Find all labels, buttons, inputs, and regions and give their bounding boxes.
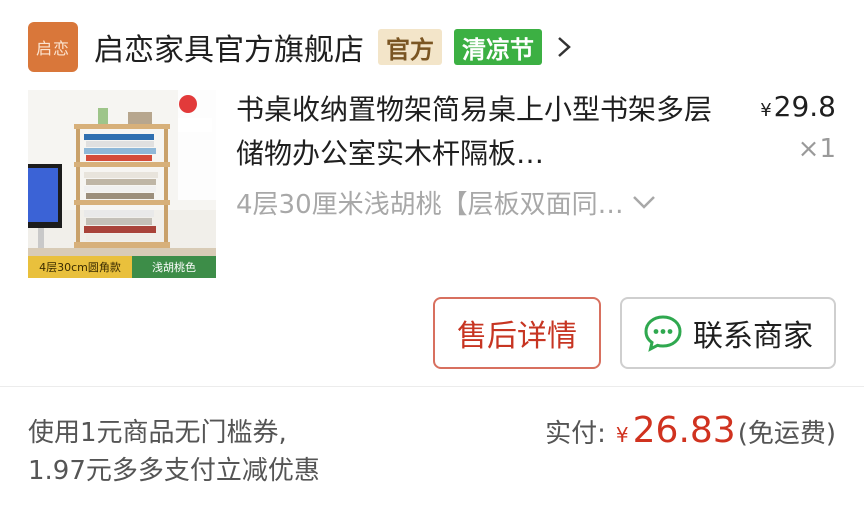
contact-merchant-label: 联系商家 bbox=[693, 319, 813, 354]
sku-text: 4层30厘米浅胡桃【层板双面同… bbox=[236, 189, 624, 220]
paid-currency-symbol: ¥ bbox=[615, 423, 629, 447]
image-caption-color: 浅胡桃色 bbox=[132, 256, 216, 278]
promo-text: 使用1元商品无门槛券, 1.97元多多支付立减优惠 bbox=[28, 414, 320, 490]
after-sale-details-button[interactable]: 售后详情 bbox=[433, 297, 601, 369]
free-shipping-note: (免运费) bbox=[737, 419, 836, 449]
actual-payment: 实付: ¥ 26.83 (免运费) bbox=[545, 410, 836, 451]
divider bbox=[0, 386, 864, 387]
chevron-down-icon[interactable] bbox=[630, 188, 658, 216]
promo-line-1: 使用1元商品无门槛券, bbox=[28, 418, 287, 448]
store-logo[interactable]: 启恋 bbox=[28, 22, 78, 72]
official-badge: 官方 bbox=[378, 29, 442, 65]
paid-amount: 26.83 bbox=[632, 410, 736, 451]
currency-symbol: ¥ bbox=[760, 100, 772, 121]
bookshelf-illustration bbox=[28, 90, 216, 278]
product-image[interactable]: 4层30cm圆角款 浅胡桃色 bbox=[28, 90, 216, 278]
product-title[interactable]: 书桌收纳置物架简易桌上小型书架多层储物办公室实木杆隔板… bbox=[236, 88, 716, 176]
event-badge: 清凉节 bbox=[454, 29, 542, 65]
quantity: ×1 bbox=[797, 134, 836, 164]
store-name[interactable]: 启恋家具官方旗舰店 bbox=[94, 25, 364, 69]
contact-merchant-button[interactable]: 联系商家 bbox=[620, 297, 836, 369]
promo-line-2: 1.97元多多支付立减优惠 bbox=[28, 456, 320, 486]
unit-price: ¥29.8 bbox=[760, 90, 836, 123]
chat-bubble-icon bbox=[643, 313, 683, 353]
paid-label: 实付: bbox=[545, 419, 606, 449]
image-caption-size: 4层30cm圆角款 bbox=[28, 256, 132, 278]
price-value: 29.8 bbox=[773, 90, 836, 123]
sku-selector[interactable]: 4层30厘米浅胡桃【层板双面同… bbox=[236, 184, 658, 220]
chevron-right-icon[interactable] bbox=[552, 29, 576, 65]
store-header[interactable]: 启恋 启恋家具官方旗舰店 官方 清凉节 bbox=[28, 20, 576, 74]
